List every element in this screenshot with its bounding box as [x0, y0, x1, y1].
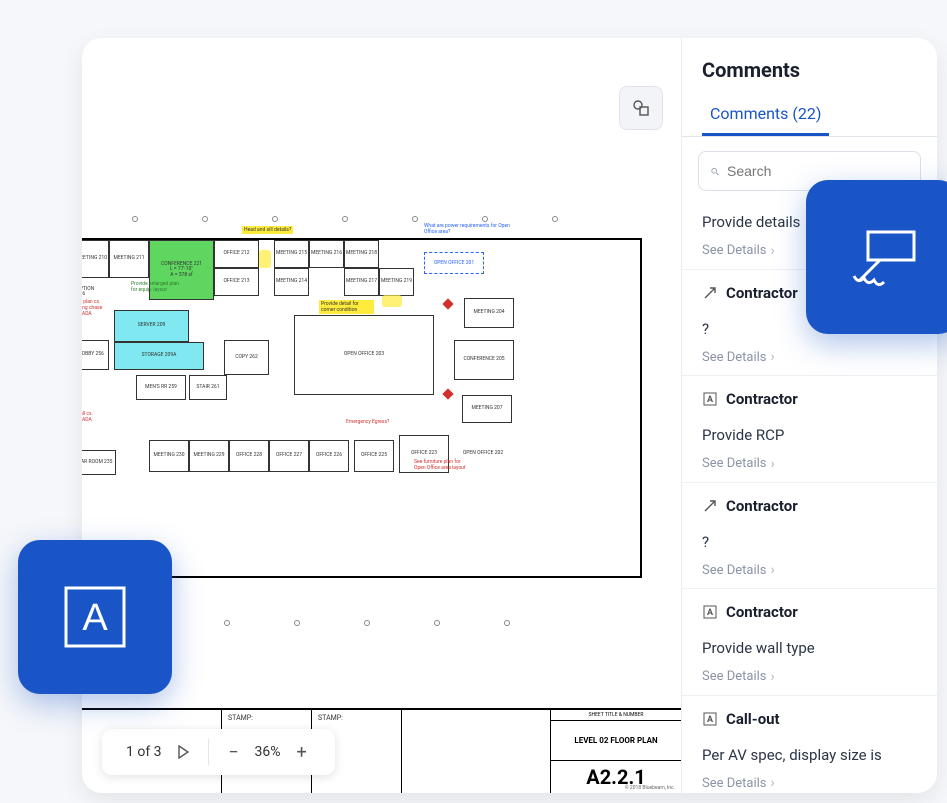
chevron-right-icon: [771, 456, 775, 472]
chevron-right-icon: [771, 775, 775, 791]
room: OFFICE 212: [214, 240, 259, 268]
open-office-201[interactable]: OPEN OFFICE 201: [424, 252, 484, 274]
callout-icon: [840, 214, 926, 300]
room: OAR ROOM 235: [82, 450, 116, 475]
note-wall[interactable]: rify wall cx. es for ADA: [82, 410, 111, 424]
comments-panel: Comments Comments (22) Provide details S…: [681, 38, 937, 793]
note-power-req[interactable]: What are power requirements for Open Off…: [422, 222, 512, 236]
note-ada[interactable]: ricting plan cx. structing chase ss for …: [82, 298, 111, 318]
svg-text:A: A: [707, 608, 714, 618]
note-egress[interactable]: Emergency Egress?: [344, 418, 391, 426]
shapes-icon: [631, 98, 651, 118]
text-a-icon: A: [702, 391, 718, 407]
floating-tile-text-a[interactable]: A: [18, 540, 172, 694]
room-server[interactable]: SERVER 209: [114, 310, 189, 342]
room: MEETING 218: [344, 240, 379, 268]
room: MEETING 215: [274, 240, 309, 268]
room-storage[interactable]: STORAGE 209A: [114, 342, 204, 370]
floating-tile-callout[interactable]: [806, 180, 947, 334]
room: MEETING 210: [82, 240, 109, 278]
see-details-link[interactable]: See Details: [702, 456, 775, 472]
copyright: © 2018 Bluebeam, Inc.: [625, 785, 675, 791]
room: MEETING 230: [149, 440, 189, 472]
zoom-level: 36%: [249, 744, 287, 760]
room: OFFICE 213: [214, 268, 259, 296]
comment-author: A Call-out: [682, 696, 937, 734]
chevron-right-icon: [771, 669, 775, 685]
room: MEN'S RR 259: [136, 375, 186, 400]
see-details-link[interactable]: See Details: [702, 349, 775, 365]
sheet-info: SHEET TITLE & NUMBER LEVEL 02 FLOOR PLAN…: [551, 710, 681, 793]
zoom-in-button[interactable]: +: [287, 737, 317, 767]
comment-item[interactable]: ? See Details: [682, 521, 937, 590]
note-equip[interactable]: Provide enlarged plan for equip. layout: [129, 280, 184, 294]
room: STAIR 261: [189, 375, 227, 400]
comment-item[interactable]: Provide RCP See Details: [682, 414, 937, 483]
room: MEETING 229: [189, 440, 229, 472]
chevron-right-icon: [771, 562, 775, 578]
room: OFFICE 227: [269, 440, 309, 472]
tab-comments[interactable]: Comments (22): [702, 94, 829, 136]
chevron-right-icon: [771, 349, 775, 365]
text-box-a-icon: A: [60, 582, 130, 652]
room: MEETING 207: [462, 395, 512, 423]
search-input[interactable]: [727, 163, 908, 179]
drawing-canvas[interactable]: Head and sill details? What are power re…: [82, 38, 681, 793]
svg-text:A: A: [707, 395, 714, 405]
room: MEETING 204: [464, 298, 514, 328]
room: MEETING 211: [109, 240, 149, 278]
room: MEETING 214: [274, 268, 309, 296]
text-a-icon: A: [702, 604, 718, 620]
building-outline: MEETING 210 MEETING 211 CONFERENCE 221 L…: [82, 238, 642, 578]
app-frame: Head and sill details? What are power re…: [82, 38, 937, 793]
comment-item[interactable]: Per AV spec, display size is See Details: [682, 734, 937, 794]
room: COPY 262: [224, 340, 269, 375]
room: MEETING 217: [344, 268, 379, 296]
play-icon: [177, 745, 189, 759]
room: OFFICE 226: [309, 440, 349, 472]
room: LOBBY 256: [82, 340, 109, 370]
svg-text:A: A: [82, 597, 108, 639]
note-corner[interactable]: Provide detail for corner condition: [319, 300, 374, 314]
text-a-icon: A: [702, 711, 718, 727]
see-details-link[interactable]: See Details: [702, 243, 775, 259]
room: OFFICE 228: [229, 440, 269, 472]
panel-title: Comments: [702, 58, 917, 82]
arrow-icon: [702, 498, 718, 514]
zoom-out-button[interactable]: −: [219, 737, 249, 767]
room: MEETING 219: [379, 268, 414, 296]
room: CONFERENCE 205: [454, 340, 514, 380]
comment-author: Contractor: [682, 483, 937, 521]
search-icon: [711, 164, 719, 179]
comment-author: A Contractor: [682, 376, 937, 414]
viewer-toolbar: 1 of 3 − 36% +: [102, 729, 335, 775]
room: OFFICE 225: [354, 440, 394, 472]
note-furniture[interactable]: See furniture plan for Open Office area …: [412, 458, 472, 472]
see-details-link[interactable]: See Details: [702, 669, 775, 685]
comment-item[interactable]: Provide wall type See Details: [682, 627, 937, 696]
arrow-icon: [702, 285, 718, 301]
svg-text:A: A: [707, 715, 714, 725]
see-details-link[interactable]: See Details: [702, 775, 775, 791]
sheet-title: LEVEL 02 FLOOR PLAN: [551, 721, 681, 761]
next-page-button[interactable]: [168, 737, 198, 767]
shapes-tool-button[interactable]: [619, 86, 663, 130]
room-open-office-203: OPEN OFFICE 203: [294, 315, 434, 395]
see-details-link[interactable]: See Details: [702, 562, 775, 578]
page-indicator: 1 of 3: [120, 744, 168, 760]
chevron-right-icon: [771, 243, 775, 259]
comment-author: A Contractor: [682, 589, 937, 627]
room: MEETING 216: [309, 240, 344, 268]
floorplan-sheet: Head and sill details? What are power re…: [82, 188, 681, 608]
note-head-sill[interactable]: Head and sill details?: [242, 226, 293, 234]
